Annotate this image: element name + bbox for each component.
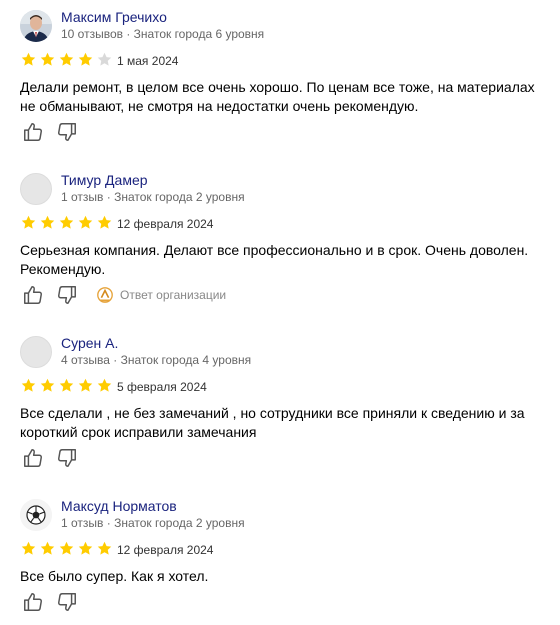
- thumbs-up-icon: [24, 123, 42, 141]
- star-filled-icon: [59, 378, 74, 392]
- org-reply-label: Ответ организации: [120, 288, 227, 302]
- review-date: 1 мая 2024: [117, 54, 179, 68]
- star-filled-icon: [78, 52, 93, 66]
- star-filled-icon: [21, 378, 36, 392]
- review-actions: [22, 121, 90, 143]
- review-text: Все сделали , не без замечаний , но сотр…: [20, 405, 525, 440]
- org-reply-button[interactable]: Ответ организации: [96, 286, 226, 304]
- avatar[interactable]: [20, 499, 52, 531]
- rating-stars: [20, 540, 113, 557]
- review-author[interactable]: Тимур Дамер: [61, 172, 148, 188]
- dislike-button[interactable]: [56, 284, 78, 306]
- star-filled-icon: [97, 378, 112, 392]
- thumbs-up-icon: [24, 449, 42, 467]
- star-filled-icon: [21, 215, 36, 229]
- avatar[interactable]: [20, 173, 52, 205]
- star-filled-icon: [78, 215, 93, 229]
- thumbs-down-icon: [58, 449, 76, 467]
- star-filled-icon: [97, 215, 112, 229]
- thumbs-up-icon: [24, 593, 42, 611]
- star-filled-icon: [78, 541, 93, 555]
- dislike-button[interactable]: [56, 591, 78, 613]
- dislike-button[interactable]: [56, 121, 78, 143]
- rating-stars: [20, 214, 113, 231]
- star-filled-icon: [40, 215, 55, 229]
- review-author-meta: 4 отзыва · Знаток города 4 уровня: [61, 353, 252, 367]
- star-filled-icon: [21, 541, 36, 555]
- organization-logo-icon: [97, 287, 113, 303]
- like-button[interactable]: [22, 447, 44, 469]
- review-date: 5 февраля 2024: [117, 380, 207, 394]
- review-actions: Ответ организации: [22, 284, 226, 306]
- thumbs-down-icon: [58, 286, 76, 304]
- review-text: Серьезная компания. Делают все профессио…: [20, 242, 529, 277]
- rating-stars: [20, 51, 113, 68]
- dislike-button[interactable]: [56, 447, 78, 469]
- review-actions: [22, 591, 90, 613]
- football-icon: [20, 499, 52, 531]
- star-filled-icon: [97, 541, 112, 555]
- like-button[interactable]: [22, 591, 44, 613]
- review-author-meta: 10 отзывов · Знаток города 6 уровня: [61, 27, 265, 41]
- review-author[interactable]: Сурен А.: [61, 335, 118, 351]
- star-filled-icon: [78, 378, 93, 392]
- review-actions: [22, 447, 90, 469]
- rating-stars: [20, 377, 113, 394]
- star-filled-icon: [21, 52, 36, 66]
- star-filled-icon: [40, 378, 55, 392]
- star-empty-icon: [97, 52, 112, 66]
- review-date: 12 февраля 2024: [117, 543, 214, 557]
- review-text: Все было супер. Как я хотел.: [20, 568, 209, 584]
- avatar[interactable]: [20, 10, 52, 42]
- thumbs-down-icon: [58, 593, 76, 611]
- thumbs-up-icon: [24, 286, 42, 304]
- review-author-meta: 1 отзыв · Знаток города 2 уровня: [61, 516, 245, 530]
- thumbs-down-icon: [58, 123, 76, 141]
- avatar[interactable]: [20, 336, 52, 368]
- star-filled-icon: [40, 52, 55, 66]
- review-text: Делали ремонт, в целом все очень хорошо.…: [20, 79, 535, 114]
- like-button[interactable]: [22, 121, 44, 143]
- star-filled-icon: [59, 52, 74, 66]
- star-filled-icon: [59, 541, 74, 555]
- review-date: 12 февраля 2024: [117, 217, 214, 231]
- star-filled-icon: [40, 541, 55, 555]
- review-author[interactable]: Максуд Норматов: [61, 498, 177, 514]
- star-filled-icon: [59, 215, 74, 229]
- like-button[interactable]: [22, 284, 44, 306]
- review-author[interactable]: Максим Гречихо: [61, 9, 167, 25]
- review-author-meta: 1 отзыв · Знаток города 2 уровня: [61, 190, 245, 204]
